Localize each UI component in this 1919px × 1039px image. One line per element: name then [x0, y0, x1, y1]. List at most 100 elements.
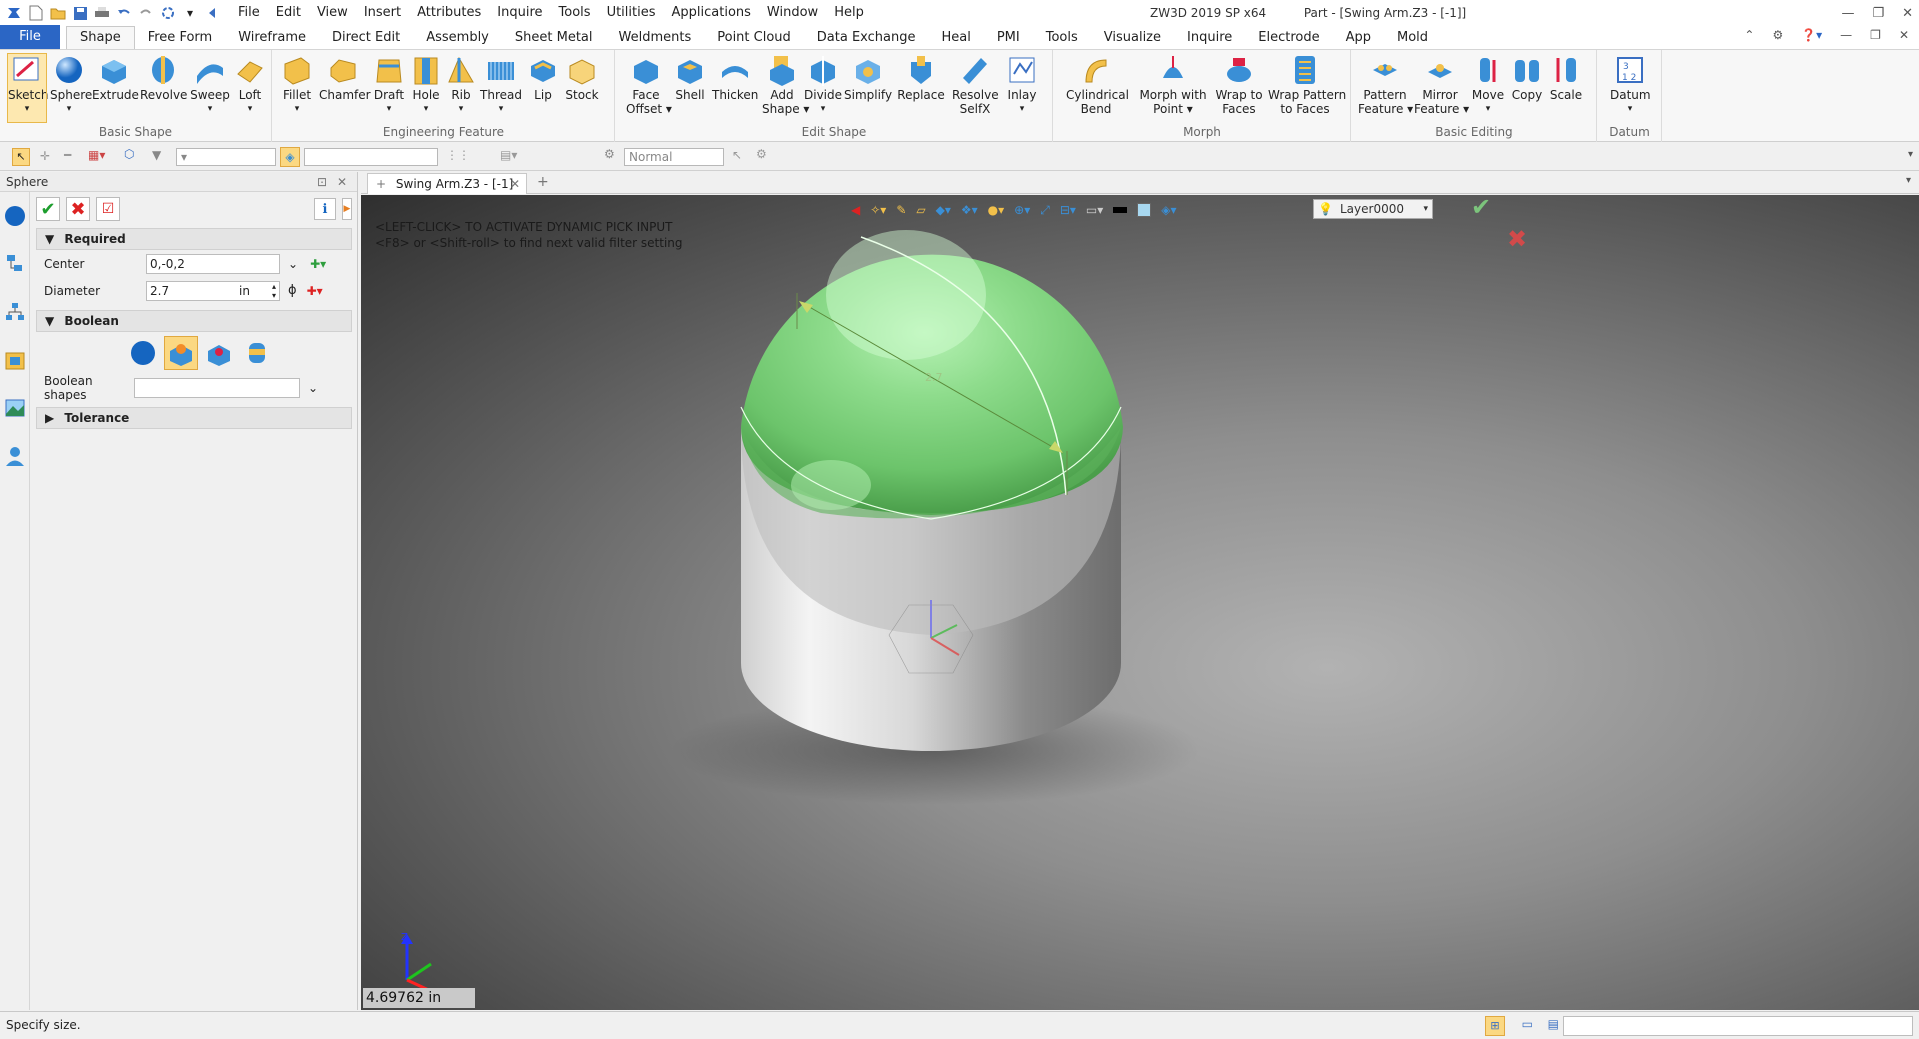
center-input[interactable]: 0,-0,2: [146, 253, 280, 274]
collapse-toolbar-icon[interactable]: ▾: [1908, 149, 1913, 160]
tab-inquire[interactable]: Inquire: [1174, 27, 1245, 49]
close-doc-icon[interactable]: ✕: [1899, 28, 1909, 42]
tab-heal[interactable]: Heal: [928, 27, 983, 49]
pick-mode-combo[interactable]: [304, 148, 438, 166]
user-role-icon[interactable]: [0, 432, 30, 480]
spinner-icon[interactable]: ▴ ▾: [272, 282, 276, 300]
tab-visualize[interactable]: Visualize: [1091, 27, 1174, 49]
face-offset-button[interactable]: Face Offset ▾: [626, 54, 672, 116]
revolve-button[interactable]: Revolve: [140, 54, 187, 102]
wrap-to-faces-button[interactable]: Wrap to Faces: [1214, 54, 1264, 116]
grid-select-icon[interactable]: ▦▾: [88, 148, 105, 162]
tab-direct-edit[interactable]: Direct Edit: [319, 27, 413, 49]
pattern-feature-button[interactable]: Pattern Feature ▾: [1358, 54, 1413, 116]
print-icon[interactable]: [92, 3, 112, 23]
minus-icon[interactable]: ━: [64, 148, 71, 162]
snap-icon[interactable]: ▤▾: [500, 148, 517, 162]
settings-gear-icon[interactable]: ⚙: [1772, 28, 1783, 42]
stock-button[interactable]: Stock: [563, 54, 601, 102]
align-icon[interactable]: ⋮⋮: [446, 148, 470, 162]
history-tree-icon[interactable]: [0, 240, 30, 288]
cylindrical-bend-button[interactable]: Cylindrical Bend: [1066, 54, 1129, 116]
menu-applications[interactable]: Applications: [664, 0, 759, 26]
boolean-section-header[interactable]: ▼ Boolean: [36, 310, 352, 332]
tab-pmi[interactable]: PMI: [984, 27, 1033, 49]
tab-list-icon[interactable]: ▾: [1906, 175, 1911, 186]
divide-button[interactable]: Divide ▾: [804, 54, 842, 116]
new-tab-icon[interactable]: +: [537, 174, 549, 190]
rib-button[interactable]: Rib ▾: [445, 54, 477, 116]
tolerance-section-header[interactable]: ▶ Tolerance: [36, 407, 352, 429]
back-arrow-icon[interactable]: [202, 3, 222, 23]
menu-help[interactable]: Help: [826, 0, 872, 26]
tab-electrode[interactable]: Electrode: [1245, 27, 1332, 49]
menu-attributes[interactable]: Attributes: [409, 0, 489, 26]
shell-button[interactable]: Shell: [672, 54, 708, 102]
undo-icon[interactable]: [114, 3, 134, 23]
resolve-selfx-button[interactable]: Resolve SelfX: [952, 54, 999, 116]
cancel-x-icon[interactable]: ✖: [66, 197, 90, 221]
tab-mold[interactable]: Mold: [1384, 27, 1441, 49]
double-chevron-icon[interactable]: ⌄: [308, 381, 318, 395]
smart-pick-icon[interactable]: ◈: [280, 147, 300, 167]
datum-button[interactable]: 31 2 Datum ▾: [1610, 54, 1651, 116]
info-icon[interactable]: ℹ: [314, 198, 336, 220]
layout-icon[interactable]: ▤: [1548, 1017, 1559, 1031]
menu-file[interactable]: File: [230, 0, 268, 26]
cursor-icon[interactable]: ↖: [732, 148, 742, 162]
tab-wireframe[interactable]: Wireframe: [225, 27, 319, 49]
tab-app[interactable]: App: [1333, 27, 1384, 49]
part-library-icon[interactable]: [0, 336, 30, 384]
menu-window[interactable]: Window: [759, 0, 826, 26]
thicken-button[interactable]: Thicken: [712, 54, 758, 102]
copy-button[interactable]: Copy: [1510, 54, 1544, 102]
minimize-doc-icon[interactable]: —: [1840, 28, 1852, 42]
inlay-button[interactable]: Inlay ▾: [1002, 54, 1042, 116]
tab-assembly[interactable]: Assembly: [413, 27, 502, 49]
new-file-icon[interactable]: [26, 3, 46, 23]
tab-weldments[interactable]: Weldments: [606, 27, 705, 49]
hole-button[interactable]: Hole ▾: [409, 54, 443, 116]
menu-tools[interactable]: Tools: [551, 0, 599, 26]
draft-button[interactable]: Draft ▾: [371, 54, 407, 116]
sweep-button[interactable]: Sweep ▾: [190, 54, 230, 116]
reject-x-icon[interactable]: ✖: [1507, 225, 1527, 253]
restore-icon[interactable]: ❐: [1872, 6, 1884, 21]
ok-check-icon[interactable]: ✔: [36, 197, 60, 221]
app-logo-icon[interactable]: [4, 3, 24, 23]
boolean-add-button[interactable]: [164, 336, 198, 370]
pick-arrow-icon[interactable]: ↖: [12, 148, 30, 166]
accept-check-icon[interactable]: ✔: [1471, 195, 1491, 221]
hexagon-icon[interactable]: ⬡: [124, 147, 134, 161]
required-section-header[interactable]: ▼ Required: [36, 228, 352, 250]
lip-button[interactable]: Lip: [527, 54, 559, 102]
tab-free-form[interactable]: Free Form: [135, 27, 225, 49]
scale-button[interactable]: Scale: [1548, 54, 1584, 102]
help-icon[interactable]: ❓▾: [1801, 28, 1822, 42]
render-mode-icon[interactable]: ⚙: [604, 147, 615, 161]
filter-funnel-icon[interactable]: ▼: [152, 148, 161, 162]
panel-close-icon[interactable]: ✕: [337, 172, 347, 192]
thread-button[interactable]: Thread ▾: [479, 54, 523, 116]
simplify-button[interactable]: Simplify: [844, 54, 892, 102]
cursor-gear-icon[interactable]: ⚙: [756, 147, 767, 161]
replace-button[interactable]: Replace: [896, 54, 946, 102]
morph-with-point-button[interactable]: Morph with Point ▾: [1138, 54, 1208, 116]
tab-tools[interactable]: Tools: [1033, 27, 1091, 49]
boolean-shapes-input[interactable]: [134, 377, 300, 398]
open-folder-icon[interactable]: [48, 3, 68, 23]
menu-insert[interactable]: Insert: [356, 0, 409, 26]
boolean-remove-button[interactable]: [202, 336, 236, 370]
apply-icon[interactable]: ☑: [96, 197, 120, 221]
sketch-button[interactable]: Sketch ▾: [7, 53, 48, 123]
pin-icon[interactable]: ⊡: [317, 172, 327, 192]
assembly-tree-icon[interactable]: [0, 288, 30, 336]
filter-combo[interactable]: ▾: [176, 148, 276, 166]
boolean-base-button[interactable]: [126, 336, 160, 370]
fillet-button[interactable]: Fillet ▾: [279, 54, 315, 116]
extrude-button[interactable]: Extrude: [92, 54, 139, 102]
menu-utilities[interactable]: Utilities: [599, 0, 664, 26]
loft-button[interactable]: Loft ▾: [232, 54, 268, 116]
menu-edit[interactable]: Edit: [268, 0, 309, 26]
tab-file[interactable]: File: [0, 25, 60, 49]
